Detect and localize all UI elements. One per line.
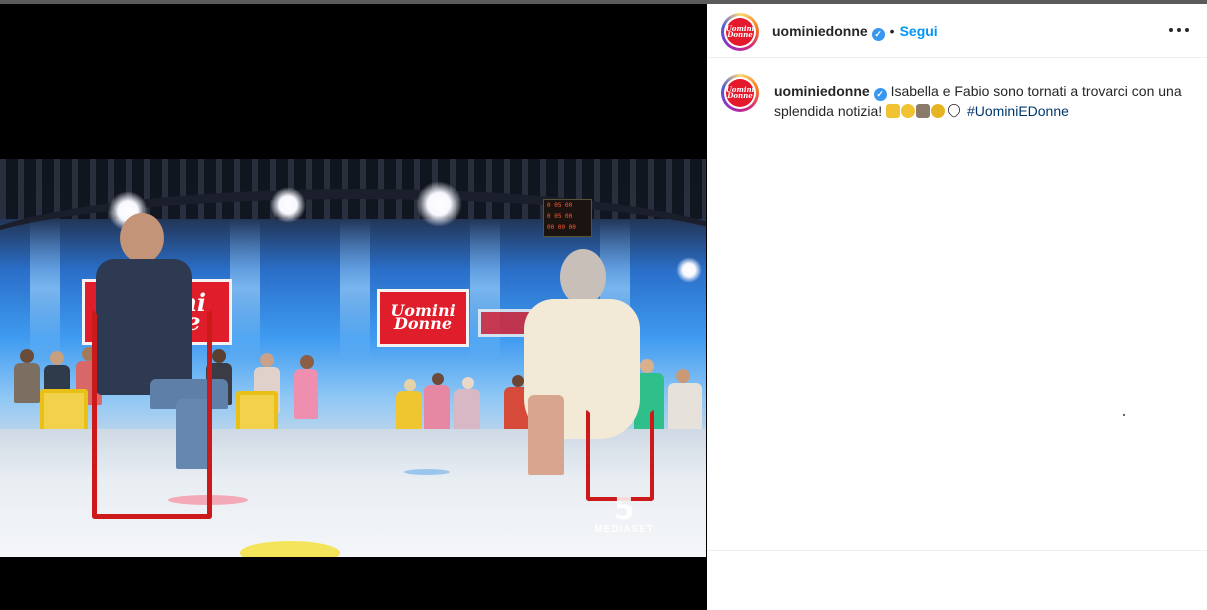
post-header: Uomini Donne uominiedonne ✓ • Segui xyxy=(707,4,1207,58)
studio-scoreboard: 0 05 00 0 05 00 00 00 00 xyxy=(543,199,592,237)
woman-guest-leg xyxy=(528,395,564,475)
post-media-area[interactable]: 0 05 000 05 0000 00 00 Uomini Donne Uomi… xyxy=(0,4,707,610)
studio-spotlight xyxy=(676,257,702,283)
mediaset-label: MEDIASET xyxy=(594,524,654,535)
mediaset-watermark: 5 MEDIASET xyxy=(594,492,654,536)
wall-light xyxy=(230,219,260,359)
post-side-panel: Uomini Donne uominiedonne ✓ • Segui Uomini … xyxy=(707,4,1207,610)
wedding-rings-emoji xyxy=(931,104,946,118)
verified-badge-icon: ✓ xyxy=(871,28,885,41)
studio-logo-panel-center: Uomini Donne xyxy=(377,289,469,347)
canale5-logo: 5 xyxy=(613,492,635,527)
ring-emoji xyxy=(901,104,916,118)
account-avatar[interactable]: Uomini Donne xyxy=(721,13,759,51)
caption-username[interactable]: uominiedonne xyxy=(774,83,870,99)
red-chair-right xyxy=(586,409,654,501)
account-username[interactable]: uominiedonne xyxy=(772,23,868,39)
avatar-logo: Uomini Donne xyxy=(726,18,754,46)
caption-avatar[interactable]: Uomini Donne xyxy=(721,74,759,112)
white-heart-emoji xyxy=(945,101,963,119)
red-chair-left xyxy=(92,309,212,519)
studio-spotlight xyxy=(270,187,306,223)
bride-groom-emoji xyxy=(916,104,931,118)
avatar-logo: Uomini Donne xyxy=(726,79,754,107)
more-options-icon[interactable] xyxy=(1169,22,1189,38)
separator-dot: • xyxy=(889,23,895,39)
studio-spotlight xyxy=(416,181,462,227)
hashtag-link[interactable]: #UominiEDonne xyxy=(967,103,1069,119)
hugging-face-emoji xyxy=(886,104,901,118)
verified-badge-icon: ✓ xyxy=(873,88,887,101)
wall-light xyxy=(470,219,500,359)
follow-button[interactable]: Segui xyxy=(900,23,938,39)
video-frame[interactable]: 0 05 000 05 0000 00 00 Uomini Donne Uomi… xyxy=(0,159,706,557)
post-caption: uominiedonne ✓ Isabella e Fabio sono torn… xyxy=(774,81,1194,121)
wall-light xyxy=(340,219,370,359)
studio-logo-text: Uomini Donne xyxy=(390,301,456,333)
man-guest xyxy=(120,213,164,263)
comments-divider xyxy=(707,550,1207,551)
speck xyxy=(1123,414,1125,416)
woman-guest xyxy=(560,249,606,305)
wall-light xyxy=(30,219,60,359)
